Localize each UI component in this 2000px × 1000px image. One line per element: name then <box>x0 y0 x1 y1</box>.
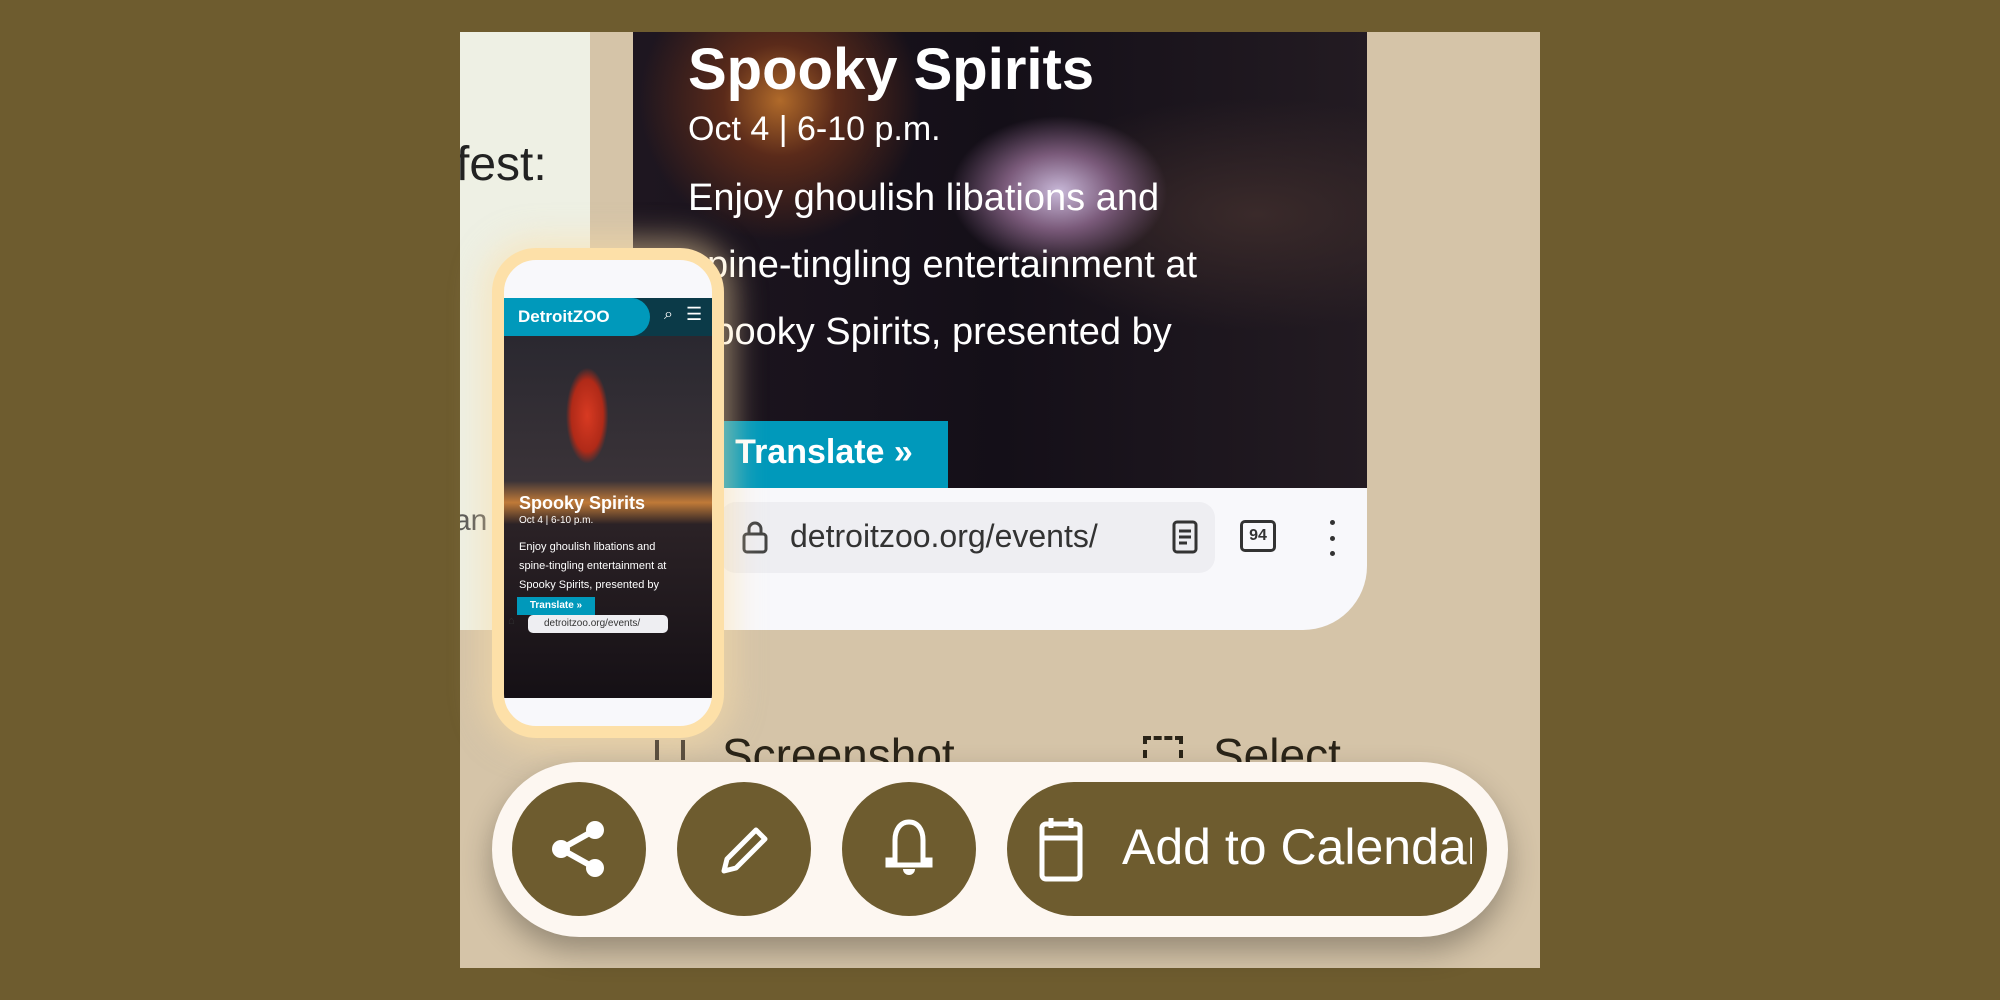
address-bar[interactable]: detroitzoo.org/events/ <box>720 502 1215 573</box>
event-title: Spooky Spirits <box>688 37 1095 102</box>
screenshot-icon <box>655 740 685 760</box>
event-description: Spooky Spirits, presented by <box>519 579 660 591</box>
event-hero-image: Spooky Spirits Oct 4 | 6-10 p.m. Enjoy g… <box>633 32 1367 488</box>
more-menu-icon[interactable] <box>1328 520 1336 556</box>
event-title: Spooky Spirits <box>519 493 646 513</box>
calendar-icon <box>1039 818 1083 882</box>
event-description: spine-tingling entertainment at <box>519 560 667 572</box>
share-icon <box>552 821 604 877</box>
event-description: Enjoy ghoulish libations and <box>519 541 656 553</box>
card-text: an <box>460 504 488 537</box>
lock-icon <box>742 521 768 554</box>
event-date: Oct 4 | 6-10 p.m. <box>519 515 594 526</box>
bell-icon <box>885 819 933 875</box>
translate-button: Translate » <box>517 597 595 615</box>
event-date: Oct 4 | 6-10 p.m. <box>688 110 941 148</box>
reminder-button[interactable] <box>842 782 976 916</box>
add-to-calendar-label: Add to Calendar <box>1122 819 1472 875</box>
reader-mode-icon[interactable] <box>1172 520 1198 554</box>
detroit-zoo-logo: DetroitZOO <box>504 298 650 336</box>
event-description: Enjoy ghoulish libations and <box>688 177 1160 219</box>
add-to-calendar-button[interactable]: Add to Calendar <box>1007 782 1487 916</box>
screenshot-preview[interactable]: Spooky Spirits Oct 4 | 6-10 p.m. Enjoy g… <box>633 32 1367 630</box>
home-icon: ⌂ <box>508 615 515 627</box>
screenshot-thumbnail[interactable]: DetroitZOO ⌕ ☰ Spooky Spirits Oct 4 | 6-… <box>492 248 724 738</box>
menu-icon: ☰ <box>686 304 703 324</box>
url-text: detroitzoo.org/events/ <box>790 518 1098 554</box>
share-button[interactable] <box>512 782 646 916</box>
card-text: fest: <box>460 138 547 191</box>
tab-count-button[interactable]: 94 <box>1240 520 1276 552</box>
site-header: DetroitZOO ⌕ ☰ <box>504 298 712 336</box>
edit-button[interactable] <box>677 782 811 916</box>
translate-button[interactable]: Translate » <box>700 421 948 488</box>
event-description: spine-tingling entertainment at <box>688 244 1198 286</box>
action-toolbar: Add to Calendar <box>492 762 1508 937</box>
event-description: Spooky Spirits, presented by <box>688 311 1172 353</box>
search-icon: ⌕ <box>664 306 673 323</box>
pencil-icon <box>721 827 768 874</box>
address-bar: detroitzoo.org/events/ <box>528 615 668 633</box>
